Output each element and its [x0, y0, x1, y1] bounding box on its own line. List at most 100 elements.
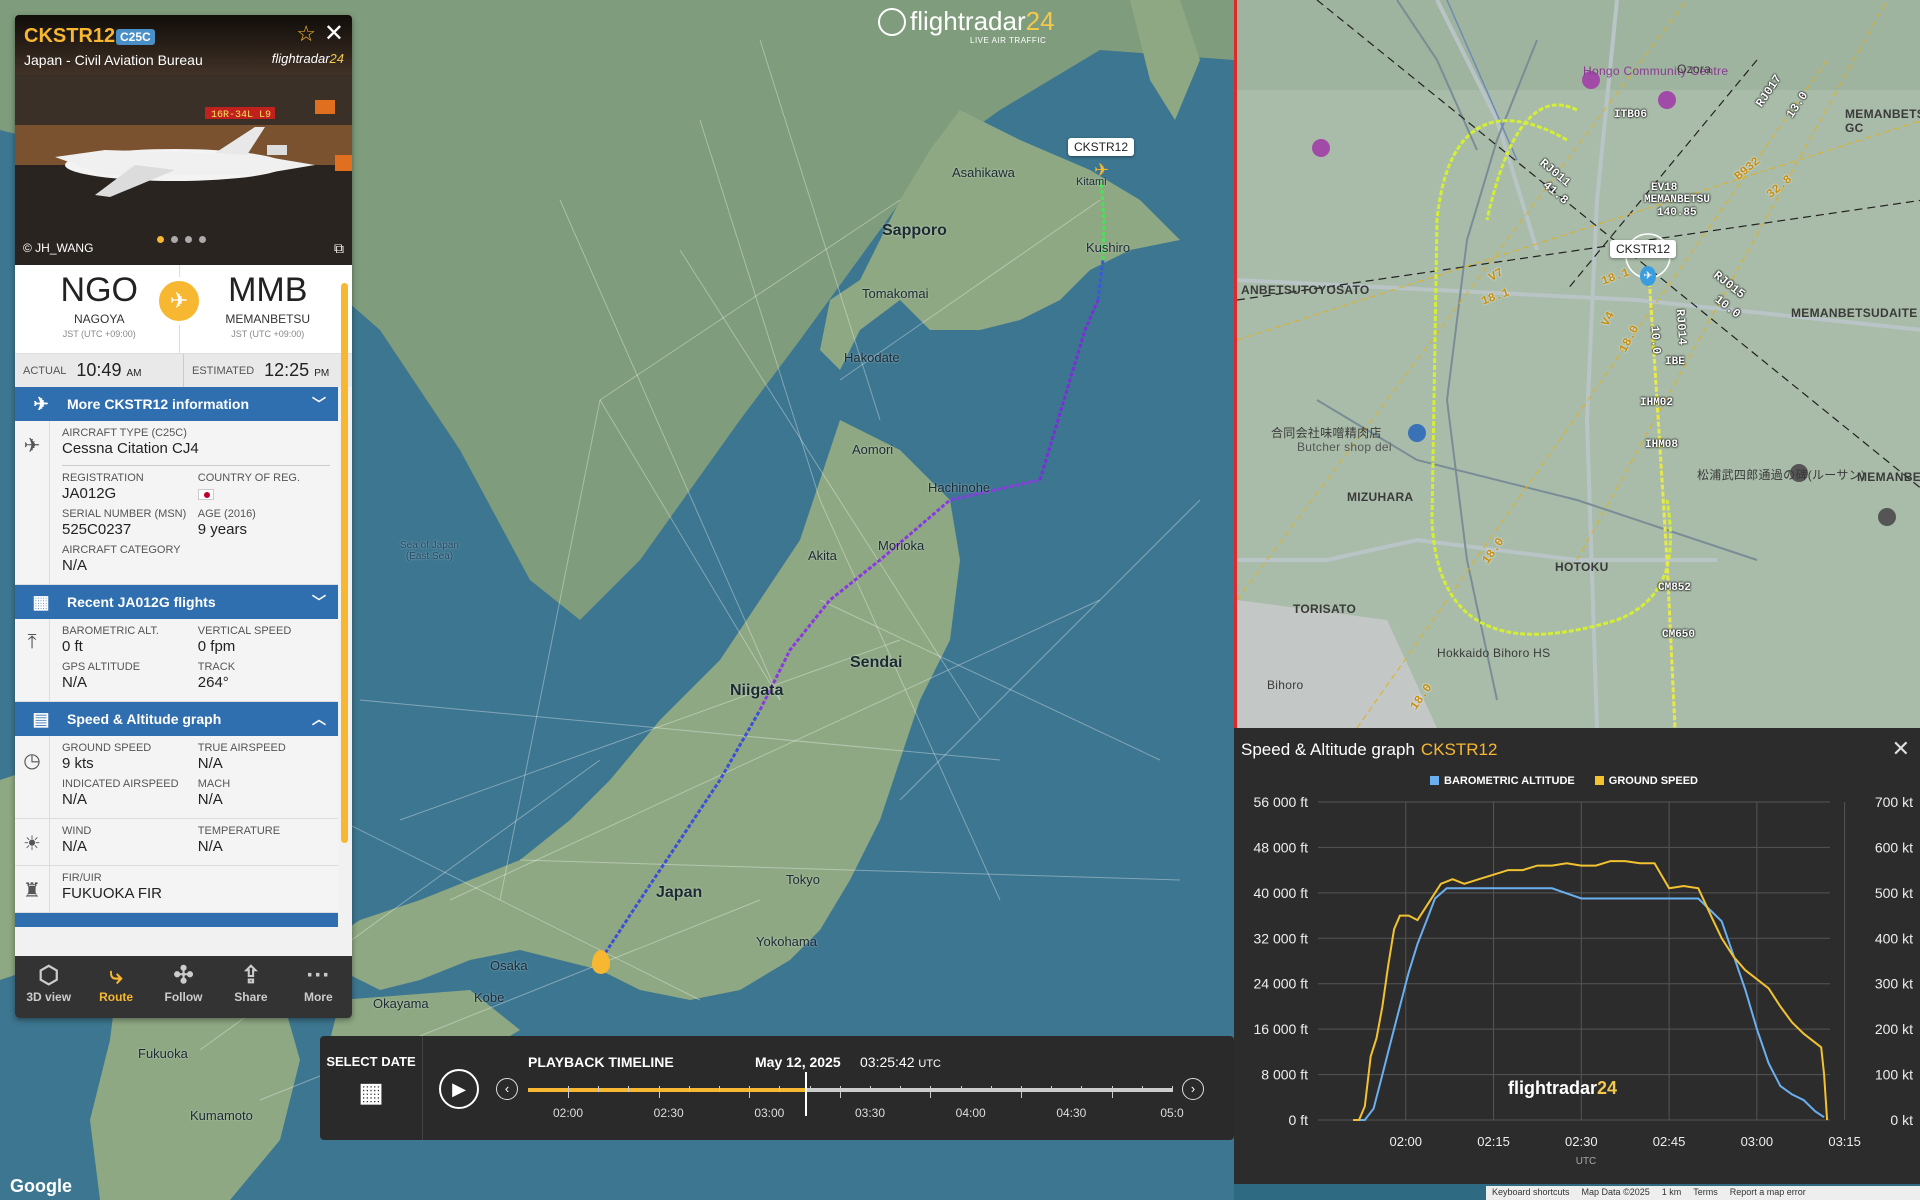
aircraft-type-value: Cessna Citation CJ4	[62, 440, 199, 457]
map-label-kobe: Kobe	[474, 990, 505, 1005]
playback-time: 03:25:42 UTC	[860, 1054, 941, 1070]
play-button[interactable]: ▶	[439, 1069, 479, 1109]
close-graph-icon[interactable]: ✕	[1892, 736, 1910, 762]
aircraft-photo[interactable]: 16R-34L L9 CKSTR12 C25C Japan - Civil Av…	[15, 15, 352, 265]
keyboard-shortcuts-link[interactable]: Keyboard shortcuts	[1492, 1187, 1570, 1199]
y-right-tick-label: 600 kt	[1875, 839, 1913, 855]
speed-graph-header[interactable]: ▤ Speed & Altitude graph ︿	[15, 702, 338, 736]
map-label-kushiro: Kushiro	[1086, 240, 1131, 255]
x-tick-label: 02:45	[1653, 1134, 1686, 1149]
previous-button[interactable]: ‹	[496, 1078, 518, 1100]
panel-scrollbar[interactable]	[341, 283, 348, 843]
y-left-tick-label: 24 000 ft	[1254, 976, 1309, 992]
carousel-dot[interactable]	[185, 236, 192, 243]
estimated-label: ESTIMATED	[192, 364, 255, 377]
playback-date: May 12, 2025	[755, 1054, 841, 1070]
origin-timezone: JST (UTC +09:00)	[62, 329, 136, 339]
main-map-flight-tag[interactable]: CKSTR12	[1068, 138, 1135, 156]
waypoint-freq[interactable]: 140.85	[1657, 207, 1697, 219]
follow-button[interactable]: ✣ Follow	[150, 956, 217, 1018]
speed-altitude-graph: 0 ft 0 kt 8 000 ft 100 kt 16 000 ft 200 kt 24 …	[1234, 728, 1920, 1184]
select-date-button[interactable]: SELECT DATE ▦	[320, 1036, 423, 1140]
route-button[interactable]: ⤷ Route	[82, 956, 149, 1018]
report-error-link[interactable]: Report a map error	[1730, 1187, 1806, 1199]
aircraft-type-label: AIRCRAFT TYPE (C25C)	[62, 427, 187, 439]
waypoint-memanbetsu[interactable]: MEMANBETSU	[1644, 194, 1710, 206]
recent-flights-header[interactable]: ▦ Recent JA012G flights ﹀	[15, 585, 338, 619]
mach-field: MACH N/A	[198, 778, 329, 808]
detail-map-svg	[1237, 0, 1920, 728]
waypoint-itb06[interactable]: ITB06	[1614, 109, 1647, 121]
playback-tz: UTC	[918, 1058, 941, 1070]
callsign: CKSTR12	[24, 25, 116, 47]
detail-label-butcher: Butcher shop dei	[1297, 440, 1392, 454]
collapsed-section-header[interactable]	[15, 913, 338, 927]
more-info-header[interactable]: ✈ More CKSTR12 information ﹀	[15, 387, 338, 421]
registration-value[interactable]: JA012G	[62, 485, 193, 502]
carousel-dot[interactable]	[199, 236, 206, 243]
timeline-ticks: 02:00 02:30 03:00 03:30 04:00 04:30 05:0	[528, 1086, 1184, 1120]
aircraft-marker-icon[interactable]: ✈	[1640, 266, 1656, 286]
waypoint-ihm08[interactable]: IHM08	[1645, 439, 1678, 451]
more-button[interactable]: ··· More	[285, 956, 352, 1018]
vertical-speed-value: 0 fpm	[197, 638, 236, 655]
waypoint-ev18[interactable]: EV18	[1651, 182, 1677, 194]
speed-info-group: ◷ GROUND SPEED 9 kts TRUE AIRSPEED N/A IND…	[15, 736, 338, 819]
more-label: More	[303, 990, 333, 1004]
ground-speed-label: GROUND SPEED	[62, 742, 152, 754]
photo-carousel-dots[interactable]	[157, 236, 206, 243]
map-label-sea-of-japan: Sea of Japan (East Sea)	[400, 540, 459, 562]
y-left-tick-label: 32 000 ft	[1254, 930, 1309, 946]
origin-pin-icon	[592, 950, 610, 974]
map-label-sendai: Sendai	[850, 654, 903, 671]
timeline-tick	[990, 1086, 992, 1092]
waypoint-ihm02[interactable]: IHM02	[1640, 397, 1673, 409]
terms-link[interactable]: Terms	[1693, 1187, 1718, 1199]
waypoint-cm650[interactable]: CM650	[1662, 629, 1695, 641]
track-field: TRACK 264°	[198, 661, 329, 691]
mach-label: MACH	[197, 778, 231, 790]
msn-label: SERIAL NUMBER (MSN)	[62, 508, 187, 520]
detail-label-anbetsutoyosato: ANBETSUTOYOSATO	[1241, 283, 1370, 297]
waypoint-cm852[interactable]: CM852	[1658, 582, 1691, 594]
y-left-tick-label: 56 000 ft	[1254, 794, 1309, 810]
scale-text: 1 km	[1661, 1187, 1682, 1197]
ground-speed-value: 9 kts	[62, 755, 94, 772]
destination-airport[interactable]: MMB MEMANBETSU JST (UTC +09:00)	[184, 265, 353, 353]
destination-city: MEMANBETSU	[225, 312, 311, 326]
timeline-tick	[628, 1086, 630, 1092]
aircraft-marker-icon[interactable]: ✈	[1094, 160, 1109, 181]
chevron-down-icon[interactable]: ﹀	[312, 592, 326, 612]
mach-value: N/A	[197, 791, 223, 808]
carousel-dot[interactable]	[171, 236, 178, 243]
close-panel-icon[interactable]: ✕	[324, 19, 344, 48]
fr24-logo: flightradar24 LIVE AIR TRAFFIC	[878, 6, 1055, 45]
temperature-label: TEMPERATURE	[197, 825, 281, 837]
legend-swatch-speed	[1594, 776, 1604, 785]
aircraft-info-body: AIRCRAFT TYPE (C25C) Cessna Citation CJ4 …	[50, 421, 338, 584]
route-icon: ⤷	[109, 962, 123, 989]
gps-alt-field: GPS ALTITUDE N/A	[62, 661, 193, 691]
fr24-logo-text: flightradar24	[910, 6, 1055, 36]
legend-label-altitude: BAROMETRIC ALTITUDE	[1444, 775, 1575, 787]
select-date-label: SELECT DATE	[326, 1054, 416, 1069]
next-button[interactable]: ›	[1182, 1078, 1204, 1100]
timeline-tick	[568, 1086, 569, 1098]
favorite-star-icon[interactable]: ☆	[296, 21, 316, 47]
indicated-airspeed-value: N/A	[62, 791, 88, 808]
timeline-tick-label: 02:30	[653, 1106, 684, 1120]
divider	[62, 465, 330, 466]
detail-map[interactable]: CKSTR12 ✈ ANBETSUTOYOSATO MIZUHARA HOTOK…	[1234, 0, 1920, 728]
carousel-dot[interactable]	[157, 236, 164, 243]
x-tick-label: 03:15	[1828, 1134, 1861, 1149]
tower-icon: ♜	[15, 866, 50, 912]
chevron-down-icon[interactable]: ﹀	[312, 394, 326, 414]
3d-view-button[interactable]: ⬡ 3D view	[15, 956, 82, 1018]
waypoint-ibe[interactable]: IBE	[1665, 356, 1685, 368]
share-button[interactable]: ⇪ Share	[217, 956, 284, 1018]
detail-map-flight-tag[interactable]: CKSTR12	[1610, 240, 1677, 258]
airway-rj014: RJ014	[1672, 308, 1690, 346]
external-link-icon[interactable]: ⧉	[334, 240, 344, 257]
estimated-time: 12:25	[264, 360, 310, 380]
chevron-up-icon[interactable]: ︿	[312, 709, 326, 729]
